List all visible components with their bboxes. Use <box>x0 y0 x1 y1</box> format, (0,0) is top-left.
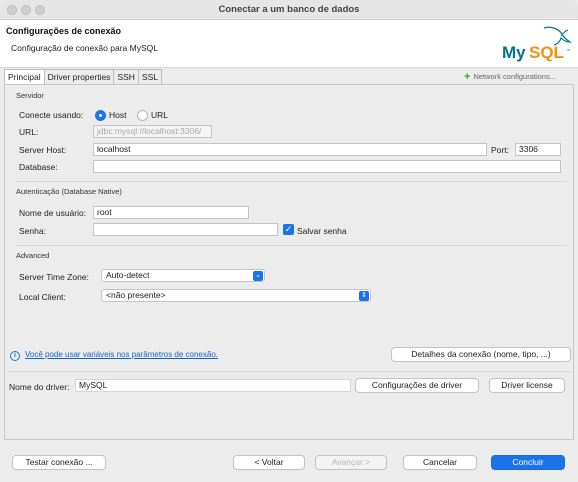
tab-driver-properties[interactable]: Driver properties <box>43 69 115 84</box>
radio-url-label: URL <box>151 110 169 120</box>
local-client-label: Local Client: <box>19 292 66 302</box>
local-client-select[interactable]: <não presente> ⇕ <box>101 289 371 302</box>
back-button[interactable]: < Voltar <box>233 455 305 470</box>
username-field[interactable]: root <box>93 206 249 219</box>
divider <box>15 181 567 182</box>
svg-text:™: ™ <box>566 48 570 53</box>
database-label: Database: <box>19 162 58 172</box>
cancel-button[interactable]: Cancelar <box>403 455 477 470</box>
test-connection-button[interactable]: Testar conexão ... <box>12 455 106 470</box>
local-client-value: <não presente> <box>106 290 166 300</box>
section-authentication: Autenticação (Database Native) <box>16 187 122 196</box>
connection-details-button[interactable]: Detalhes da conexão (nome, tipo, ...) <box>391 347 571 362</box>
driver-license-button[interactable]: Driver license <box>489 378 565 393</box>
port-field[interactable]: 3306 <box>515 143 561 156</box>
title-bar: Conectar a um banco de dados <box>0 0 578 20</box>
svg-text:My: My <box>502 43 526 62</box>
tab-ssh[interactable]: SSH <box>113 69 139 84</box>
radio-host[interactable] <box>95 110 106 121</box>
divider <box>7 371 571 372</box>
window-title: Conectar a um banco de dados <box>218 4 360 15</box>
port-label: Port: <box>491 145 509 155</box>
connect-using-label: Conecte usando: <box>19 110 84 120</box>
tab-principal[interactable]: Principal <box>4 69 45 84</box>
next-button[interactable]: Avançar > <box>315 455 387 470</box>
chevron-down-icon: ⌄ <box>253 271 263 281</box>
radio-host-label: Host <box>109 110 127 120</box>
password-label: Senha: <box>19 226 46 236</box>
dialog-header: Configurações de conexão Configuração de… <box>0 20 578 68</box>
timezone-select[interactable]: Auto-detect ⌄ <box>101 269 265 282</box>
section-advanced: Advanced <box>16 251 50 260</box>
mysql-logo-icon: My SQL ™ <box>502 26 572 62</box>
database-field[interactable] <box>93 160 561 173</box>
updown-arrows-icon: ⇕ <box>359 291 369 301</box>
header-title: Configurações de conexão <box>6 26 122 36</box>
username-label: Nome de usuário: <box>19 208 87 218</box>
url-field[interactable]: jdbc:mysql://localhost:3306/ <box>93 125 212 138</box>
driver-settings-button[interactable]: Configurações de driver <box>355 378 479 393</box>
password-field[interactable] <box>93 223 278 236</box>
driver-name-field[interactable]: MySQL <box>75 379 351 392</box>
divider <box>15 245 567 246</box>
url-label: URL: <box>19 127 39 137</box>
radio-url[interactable] <box>137 110 148 121</box>
header-subtitle: Configuração de conexão para MySQL <box>11 43 158 53</box>
finish-button[interactable]: Concluir <box>491 455 565 470</box>
driver-name-label: Nome do driver: <box>9 382 70 392</box>
section-servidor: Servidor <box>16 91 44 100</box>
server-host-label: Server Host: <box>19 145 67 155</box>
save-password-checkbox[interactable]: ✓ <box>283 224 294 235</box>
timezone-label: Server Time Zone: <box>19 272 89 282</box>
info-icon: i <box>10 351 20 361</box>
tab-ssl[interactable]: SSL <box>137 69 162 84</box>
tab-bar: Principal Driver properties SSH SSL <box>4 69 162 84</box>
save-password-label: Salvar senha <box>297 226 347 236</box>
server-host-field[interactable]: localhost <box>93 143 487 156</box>
main-panel: Servidor Conecte usando: Host URL URL: j… <box>4 84 574 440</box>
network-configurations-label: Network configurations... <box>473 72 556 81</box>
plus-icon: + <box>464 70 471 83</box>
timezone-value: Auto-detect <box>106 270 150 280</box>
network-configurations-button[interactable]: + Network configurations... <box>464 70 556 83</box>
svg-text:SQL: SQL <box>529 43 564 62</box>
variables-help-link[interactable]: Você pode usar variáveis nos parâmetros … <box>25 350 218 359</box>
connection-dialog: Conectar a um banco de dados Configuraçõ… <box>0 0 578 482</box>
